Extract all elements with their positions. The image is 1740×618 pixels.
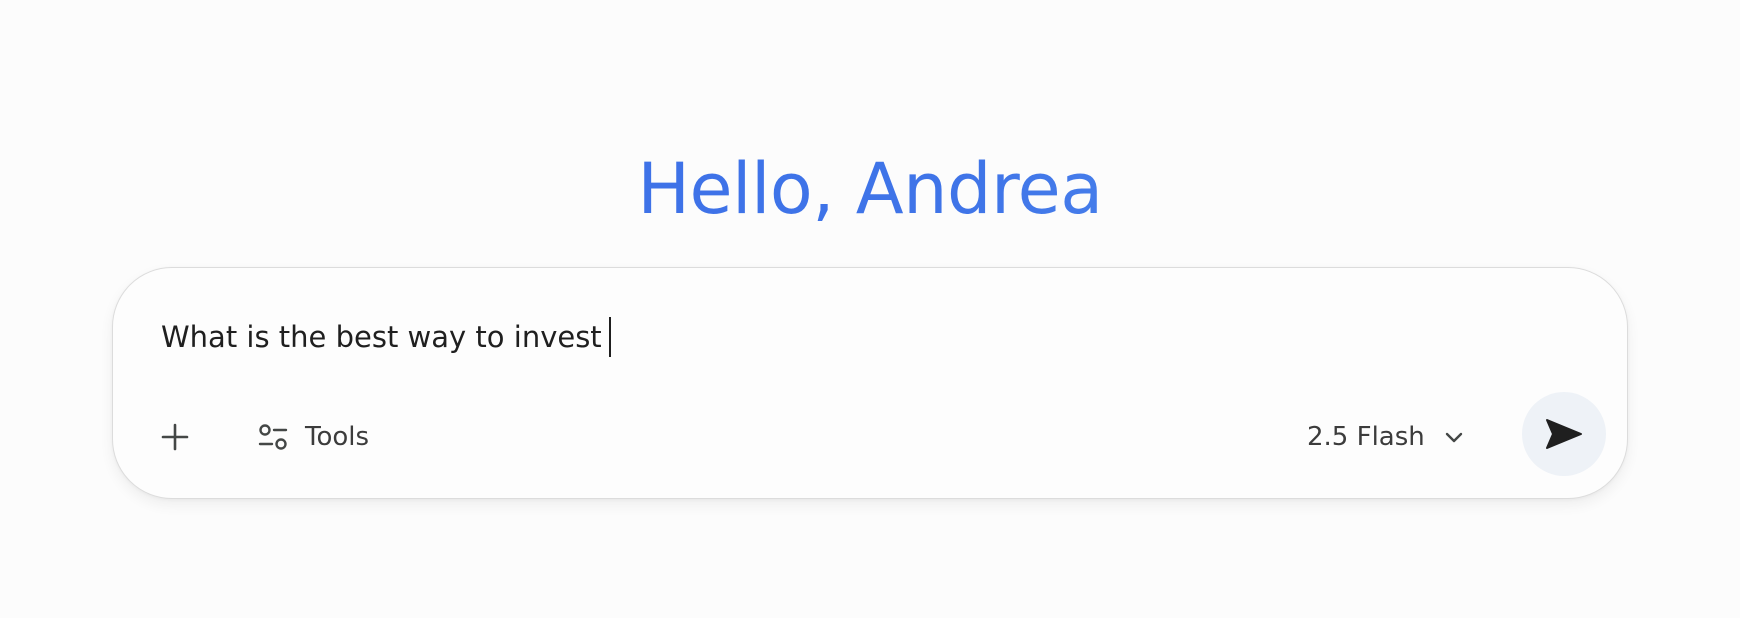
tools-label: Tools [305, 422, 370, 452]
add-attachment-button[interactable] [149, 411, 201, 463]
text-caret [608, 317, 611, 357]
model-selector[interactable]: 2.5 Flash [1307, 411, 1465, 463]
prompt-input[interactable]: What is the best way to invest [161, 315, 611, 359]
plus-icon [160, 422, 190, 452]
sliders-icon [257, 422, 289, 452]
chevron-down-icon [1443, 426, 1465, 448]
tools-button[interactable]: Tools [249, 411, 377, 463]
send-icon [1544, 417, 1584, 451]
model-label: 2.5 Flash [1307, 422, 1425, 452]
prompt-text: What is the best way to invest [161, 320, 602, 354]
greeting-title: Hello, Andrea [0, 139, 1740, 239]
send-button[interactable] [1522, 392, 1606, 476]
prompt-composer: What is the best way to invest Tools 2.5… [112, 267, 1628, 499]
